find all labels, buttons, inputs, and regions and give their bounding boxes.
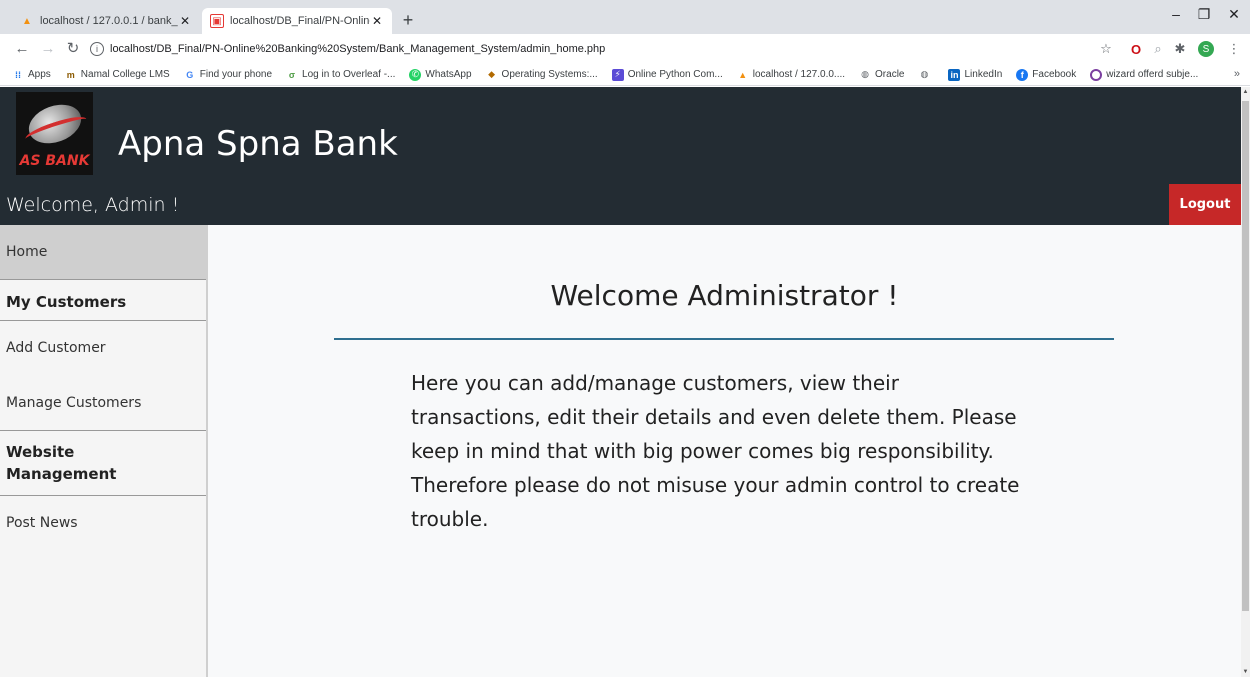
bookmark-operating-systems[interactable]: ◆ Operating Systems:... xyxy=(486,69,598,81)
facebook-icon: f xyxy=(1016,68,1029,81)
scroll-up-icon[interactable]: ▲ xyxy=(1241,89,1250,95)
sidebar-item-home[interactable]: Home xyxy=(0,225,206,280)
main-content: Welcome Administrator ! Here you can add… xyxy=(208,225,1241,677)
welcome-text: Welcome, Admin ! xyxy=(6,194,180,216)
new-tab-button[interactable]: + xyxy=(398,9,418,31)
title-divider xyxy=(334,338,1114,340)
bookmark-whatsapp[interactable]: ✆ WhatsApp xyxy=(409,68,472,81)
shield-icon: ◆ xyxy=(488,69,495,79)
restore-icon[interactable]: ❐ xyxy=(1190,6,1218,23)
bookmark-namal-lms[interactable]: m Namal College LMS xyxy=(65,69,170,81)
bank-logo: AS BANK xyxy=(16,92,93,175)
lightning-icon: ⚡ xyxy=(611,68,624,81)
tab-title: localhost / 127.0.0.1 / bank_syste xyxy=(40,15,178,27)
bookmark-apps[interactable]: ⁞⁞ Apps xyxy=(12,69,51,81)
globe-icon: ◍ xyxy=(920,69,929,79)
brand-name: Apna Spna Bank xyxy=(118,124,398,164)
globe-icon: ◍ xyxy=(861,69,869,79)
back-arrow-icon[interactable]: ← xyxy=(12,40,32,58)
url-text: localhost/DB_Final/PN-Online%20Banking%2… xyxy=(110,43,606,55)
phpmyadmin-icon: ▲ xyxy=(738,69,748,80)
browser-tabstrip: ▲ localhost / 127.0.0.1 / bank_syste ✕ ▣… xyxy=(0,0,1250,34)
info-icon[interactable]: i xyxy=(90,42,104,56)
browser-toolbar: ← → ↻ i localhost/DB_Final/PN-Online%20B… xyxy=(0,34,1250,64)
page-title: Welcome Administrator ! xyxy=(550,279,899,312)
apps-grid-icon: ⁞⁞ xyxy=(15,69,21,80)
scrollbar-thumb[interactable] xyxy=(1242,101,1249,611)
profile-avatar[interactable]: S xyxy=(1198,41,1214,57)
reload-icon[interactable]: ↻ xyxy=(63,40,83,58)
sidebar: Home My Customers Add Customer Manage Cu… xyxy=(0,225,208,677)
bookmark-online-python[interactable]: ⚡ Online Python Com... xyxy=(611,68,723,81)
bookmark-wizard[interactable]: wizard offerd subje... xyxy=(1090,68,1198,81)
logo-text: AS BANK xyxy=(19,153,90,169)
circle-icon xyxy=(1090,68,1103,81)
scroll-down-icon[interactable]: ▼ xyxy=(1241,669,1250,675)
sidebar-item-add-customer[interactable]: Add Customer xyxy=(0,321,206,376)
bookmark-linkedin[interactable]: in LinkedIn xyxy=(948,68,1002,81)
bookmark-localhost[interactable]: ▲ localhost / 127.0.0.... xyxy=(737,69,845,81)
sidebar-item-post-news[interactable]: Post News xyxy=(0,496,206,551)
site-header: AS BANK Apna Spna Bank Welcome, Admin ! … xyxy=(0,87,1241,225)
zoom-icon[interactable]: ⌕ xyxy=(1150,41,1166,57)
window-close-icon[interactable]: ✕ xyxy=(1220,6,1248,23)
close-icon[interactable]: ✕ xyxy=(370,14,384,28)
sidebar-section-my-customers: My Customers xyxy=(0,280,206,321)
bookmark-find-phone[interactable]: G Find your phone xyxy=(184,69,272,81)
bookmark-oracle[interactable]: ◍ Oracle xyxy=(859,69,904,81)
bookmarks-bar: ⁞⁞ Apps m Namal College LMS G Find your pho… xyxy=(0,64,1250,86)
bookmark-overleaf[interactable]: σ Log in to Overleaf -... xyxy=(286,69,395,81)
extensions-icon[interactable]: ✱ xyxy=(1172,41,1188,57)
browser-tab-phpmyadmin[interactable]: ▲ localhost / 127.0.0.1 / bank_syste ✕ xyxy=(12,8,200,34)
bookmarks-more-icon[interactable]: » xyxy=(1234,68,1240,80)
sidebar-section-website-management: Website Management xyxy=(0,431,206,496)
address-bar[interactable]: i localhost/DB_Final/PN-Online%20Banking… xyxy=(90,39,605,59)
bookmark-unnamed[interactable]: ◍ xyxy=(918,69,934,81)
tab-title: localhost/DB_Final/PN-Online Ba xyxy=(230,15,370,27)
section-label-line1: Website xyxy=(6,443,75,461)
section-label-line2: Management xyxy=(6,465,117,483)
sidebar-item-manage-customers[interactable]: Manage Customers xyxy=(0,376,206,431)
star-icon[interactable]: ☆ xyxy=(1098,41,1114,57)
site-favicon-icon: ▣ xyxy=(210,14,224,28)
forward-arrow-icon[interactable]: → xyxy=(38,40,58,58)
bookmark-facebook[interactable]: f Facebook xyxy=(1016,68,1076,81)
close-icon[interactable]: ✕ xyxy=(178,14,192,28)
browser-tab-admin-home[interactable]: ▣ localhost/DB_Final/PN-Online Ba ✕ xyxy=(202,8,392,34)
whatsapp-icon: ✆ xyxy=(409,68,422,81)
phpmyadmin-icon: ▲ xyxy=(22,15,32,27)
namal-icon: m xyxy=(66,69,75,80)
welcome-message: Here you can add/manage customers, view … xyxy=(411,371,1020,531)
google-icon: G xyxy=(186,69,194,80)
opera-icon[interactable]: O xyxy=(1128,41,1144,57)
logout-button[interactable]: Logout xyxy=(1169,184,1241,225)
overleaf-icon: σ xyxy=(288,69,296,80)
minimize-icon[interactable]: – xyxy=(1162,6,1190,22)
menu-icon[interactable]: ⋮ xyxy=(1226,41,1242,57)
linkedin-icon: in xyxy=(948,68,961,81)
page-scrollbar[interactable]: ▲ ▼ xyxy=(1241,87,1250,677)
